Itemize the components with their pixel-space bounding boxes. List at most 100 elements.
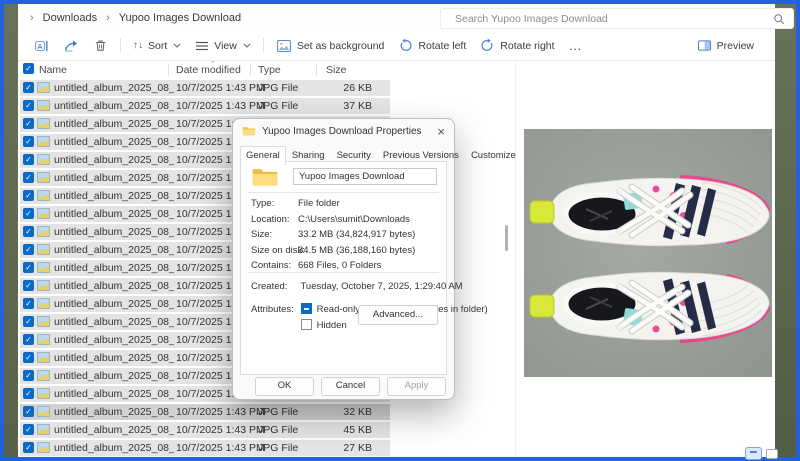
breadcrumb-chevron-icon[interactable]: › bbox=[106, 12, 110, 24]
preview-image bbox=[524, 129, 772, 377]
file-date: 10/7/2025 1:43 PM bbox=[176, 442, 265, 454]
see-more-button[interactable]: … bbox=[562, 35, 590, 57]
select-all-checkbox[interactable]: ✓ bbox=[23, 63, 34, 74]
file-type: JPG File bbox=[258, 100, 298, 112]
file-row[interactable]: ✓ untitled_album_2025_08_21_01_07_IM... … bbox=[20, 80, 390, 96]
search-placeholder: Search Yupoo Images Download bbox=[455, 13, 773, 25]
column-divider[interactable] bbox=[250, 64, 251, 76]
tab-sharing[interactable]: Sharing bbox=[286, 146, 331, 165]
row-checkbox[interactable]: ✓ bbox=[23, 118, 34, 129]
file-name: untitled_album_2025_08_21_01_07_IM... bbox=[54, 82, 174, 94]
hidden-checkbox[interactable] bbox=[301, 319, 312, 330]
set-as-background-button[interactable]: Set as background bbox=[269, 35, 392, 57]
file-size: 26 KB bbox=[343, 82, 372, 94]
delete-button[interactable] bbox=[86, 35, 115, 57]
column-header-date[interactable]: Date modified bbox=[176, 64, 241, 76]
view-button[interactable]: View bbox=[188, 35, 258, 57]
chevron-down-icon bbox=[173, 43, 181, 48]
search-icon[interactable] bbox=[773, 13, 785, 25]
row-checkbox[interactable]: ✓ bbox=[23, 280, 34, 291]
row-checkbox[interactable]: ✓ bbox=[23, 406, 34, 417]
breadcrumb-chevron-icon[interactable]: › bbox=[30, 12, 34, 24]
file-name: untitled_album_2025_08_29_00_37_IM... bbox=[54, 424, 174, 436]
row-checkbox[interactable]: ✓ bbox=[23, 82, 34, 93]
row-checkbox[interactable]: ✓ bbox=[23, 190, 34, 201]
file-name: untitled_album_2025_08_29_00_37_IM... bbox=[54, 370, 174, 382]
column-header-size[interactable]: Size bbox=[326, 64, 346, 76]
overlay-window-icon[interactable] bbox=[766, 449, 778, 459]
file-row[interactable]: ✓ untitled_album_2025_08_29_00_37_IM... … bbox=[20, 422, 390, 438]
file-name: untitled_album_2025_08_21_01_07_IM... bbox=[54, 100, 174, 112]
row-checkbox[interactable]: ✓ bbox=[23, 172, 34, 183]
row-checkbox[interactable]: ✓ bbox=[23, 244, 34, 255]
rename-icon: A bbox=[33, 38, 49, 54]
row-checkbox[interactable]: ✓ bbox=[23, 334, 34, 345]
property-label: Size on disk: bbox=[251, 245, 298, 256]
pane-splitter[interactable] bbox=[515, 61, 516, 457]
rotate-left-button[interactable]: Rotate left bbox=[391, 35, 473, 57]
rotate-right-icon bbox=[480, 38, 495, 53]
folder-name-input[interactable] bbox=[293, 168, 437, 185]
file-name: untitled_album_2025_08_29_00_37_IM... bbox=[54, 388, 174, 400]
column-divider[interactable] bbox=[168, 64, 169, 76]
row-checkbox[interactable]: ✓ bbox=[23, 388, 34, 399]
rotate-right-button[interactable]: Rotate right bbox=[473, 35, 561, 57]
file-name: untitled_album_2025_08_29_00_37_IM... bbox=[54, 298, 174, 310]
file-date: 10/7/2025 1:43 PM bbox=[176, 406, 265, 418]
tab-previous-versions[interactable]: Previous Versions bbox=[377, 146, 465, 165]
readonly-checkbox[interactable] bbox=[301, 303, 312, 314]
jpg-file-icon bbox=[37, 226, 50, 237]
row-checkbox[interactable]: ✓ bbox=[23, 316, 34, 327]
breadcrumb-item[interactable]: Yupoo Images Download bbox=[119, 12, 241, 24]
row-checkbox[interactable]: ✓ bbox=[23, 352, 34, 363]
dialog-title: Yupoo Images Download Properties bbox=[262, 126, 422, 137]
column-header-type[interactable]: Type bbox=[258, 64, 281, 76]
overlay-copy-icon[interactable] bbox=[745, 447, 762, 460]
tab-general[interactable]: General bbox=[240, 146, 286, 165]
jpg-file-icon bbox=[37, 316, 50, 327]
row-checkbox[interactable]: ✓ bbox=[23, 262, 34, 273]
row-checkbox[interactable]: ✓ bbox=[23, 370, 34, 381]
close-icon[interactable]: × bbox=[437, 125, 445, 138]
file-type: JPG File bbox=[258, 442, 298, 454]
row-checkbox[interactable]: ✓ bbox=[23, 226, 34, 237]
file-row[interactable]: ✓ untitled_album_2025_08_21_01_07_IM... … bbox=[20, 98, 390, 114]
sort-button[interactable]: ↑↓ Sort bbox=[126, 35, 188, 57]
jpg-file-icon bbox=[37, 334, 50, 345]
dialog-buttons: OK Cancel Apply bbox=[255, 377, 446, 396]
row-checkbox[interactable]: ✓ bbox=[23, 298, 34, 309]
row-checkbox[interactable]: ✓ bbox=[23, 208, 34, 219]
rotate-left-icon bbox=[398, 38, 413, 53]
row-checkbox[interactable]: ✓ bbox=[23, 424, 34, 435]
picture-icon bbox=[276, 39, 292, 53]
sort-label: Sort bbox=[148, 40, 167, 52]
rotate-left-label: Rotate left bbox=[418, 40, 466, 52]
row-checkbox[interactable]: ✓ bbox=[23, 442, 34, 453]
property-row: Size on disk:34.5 MB (36,188,160 bytes) bbox=[251, 245, 440, 261]
property-value: File folder bbox=[298, 198, 340, 209]
breadcrumb-item[interactable]: Downloads bbox=[43, 12, 97, 24]
jpg-file-icon bbox=[37, 100, 50, 111]
ok-button[interactable]: OK bbox=[255, 377, 314, 396]
row-checkbox[interactable]: ✓ bbox=[23, 154, 34, 165]
cancel-button[interactable]: Cancel bbox=[321, 377, 380, 396]
scrollbar-thumb[interactable] bbox=[505, 225, 508, 251]
column-header-name[interactable]: Name bbox=[39, 64, 67, 76]
tab-customize[interactable]: Customize bbox=[465, 146, 522, 165]
file-row[interactable]: ✓ untitled_album_2025_08_29_00_37_IM... … bbox=[20, 404, 390, 420]
tab-security[interactable]: Security bbox=[331, 146, 377, 165]
sort-icon: ↑↓ bbox=[133, 40, 143, 51]
column-divider[interactable] bbox=[316, 64, 317, 76]
file-row[interactable]: ✓ untitled_album_2025_08_29_00_37_IM... … bbox=[20, 440, 390, 456]
share-button[interactable] bbox=[56, 35, 86, 57]
file-name: untitled_album_2025_08_29_00_37_IM... bbox=[54, 442, 174, 454]
rename-button[interactable]: A bbox=[26, 35, 56, 57]
desktop-strip-right bbox=[774, 4, 796, 457]
preview-toggle-button[interactable]: Preview bbox=[690, 35, 761, 57]
advanced-button[interactable]: Advanced... bbox=[358, 305, 438, 325]
row-checkbox[interactable]: ✓ bbox=[23, 136, 34, 147]
row-checkbox[interactable]: ✓ bbox=[23, 100, 34, 111]
created-row: Created: Tuesday, October 7, 2025, 1:29:… bbox=[251, 281, 440, 297]
file-name: untitled_album_2025_08_29_00_37_IM... bbox=[54, 334, 174, 346]
search-input[interactable]: Search Yupoo Images Download bbox=[440, 8, 794, 29]
